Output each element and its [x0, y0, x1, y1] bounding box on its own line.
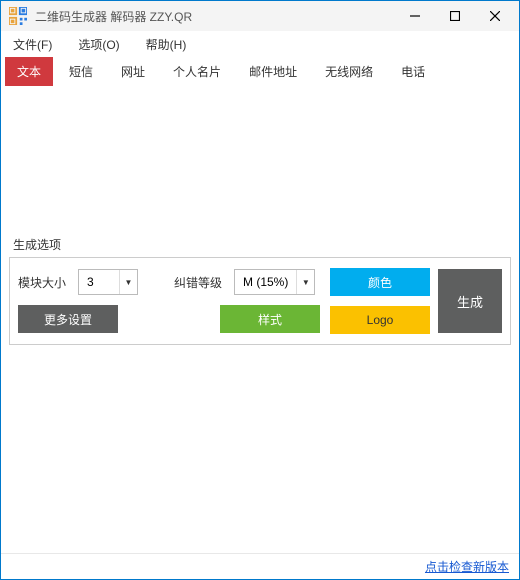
window-controls	[395, 2, 515, 30]
text-input-area[interactable]	[9, 90, 511, 230]
close-button[interactable]	[475, 2, 515, 30]
error-level-select[interactable]: M (15%) ▼	[234, 269, 315, 295]
error-level-value: M (15%)	[235, 275, 296, 289]
check-update-link[interactable]: 点击检查新版本	[425, 558, 509, 575]
titlebar: 二维码生成器 解码器 ZZY.QR	[1, 1, 519, 31]
tab-vcard[interactable]: 个人名片	[161, 57, 233, 86]
menu-options[interactable]: 选项(O)	[72, 34, 125, 55]
logo-button[interactable]: Logo	[330, 306, 430, 334]
generate-button[interactable]: 生成	[438, 269, 502, 333]
tab-wifi[interactable]: 无线网络	[313, 57, 385, 86]
menu-help[interactable]: 帮助(H)	[140, 34, 193, 55]
tab-bar: 文本 短信 网址 个人名片 邮件地址 无线网络 电话	[1, 57, 519, 90]
color-button[interactable]: 颜色	[330, 268, 430, 296]
chevron-down-icon: ▼	[119, 270, 137, 294]
gen-controls-left: 模块大小 3 ▼ 纠错等级 M (15%) ▼ 更多设置 样式	[18, 269, 320, 333]
menu-file[interactable]: 文件(F)	[7, 34, 58, 55]
generation-section: 生成选项 模块大小 3 ▼ 纠错等级 M (15%) ▼	[9, 230, 511, 345]
more-settings-button[interactable]: 更多设置	[18, 305, 118, 333]
menubar: 文件(F) 选项(O) 帮助(H)	[1, 31, 519, 57]
module-size-value: 3	[79, 275, 119, 289]
qr-app-icon	[9, 7, 27, 25]
maximize-button[interactable]	[435, 2, 475, 30]
error-level-label: 纠错等级	[174, 274, 224, 291]
tab-phone[interactable]: 电话	[389, 57, 437, 86]
minimize-button[interactable]	[395, 2, 435, 30]
chevron-down-icon: ▼	[296, 270, 314, 294]
window-title: 二维码生成器 解码器 ZZY.QR	[35, 8, 395, 25]
app-window: 二维码生成器 解码器 ZZY.QR 文件(F) 选项(O) 帮助(H) 文本 短…	[0, 0, 520, 580]
module-size-select[interactable]: 3 ▼	[78, 269, 138, 295]
tab-url[interactable]: 网址	[109, 57, 157, 86]
tab-sms[interactable]: 短信	[57, 57, 105, 86]
module-size-label: 模块大小	[18, 274, 68, 291]
footer: 点击检查新版本	[1, 553, 519, 579]
gen-controls-right: 颜色 Logo	[330, 268, 430, 334]
style-button[interactable]: 样式	[220, 305, 320, 333]
tab-email[interactable]: 邮件地址	[237, 57, 309, 86]
generation-title: 生成选项	[9, 230, 511, 257]
generation-panel: 模块大小 3 ▼ 纠错等级 M (15%) ▼ 更多设置 样式	[9, 257, 511, 345]
preview-area	[9, 351, 511, 553]
tab-text[interactable]: 文本	[5, 57, 53, 86]
